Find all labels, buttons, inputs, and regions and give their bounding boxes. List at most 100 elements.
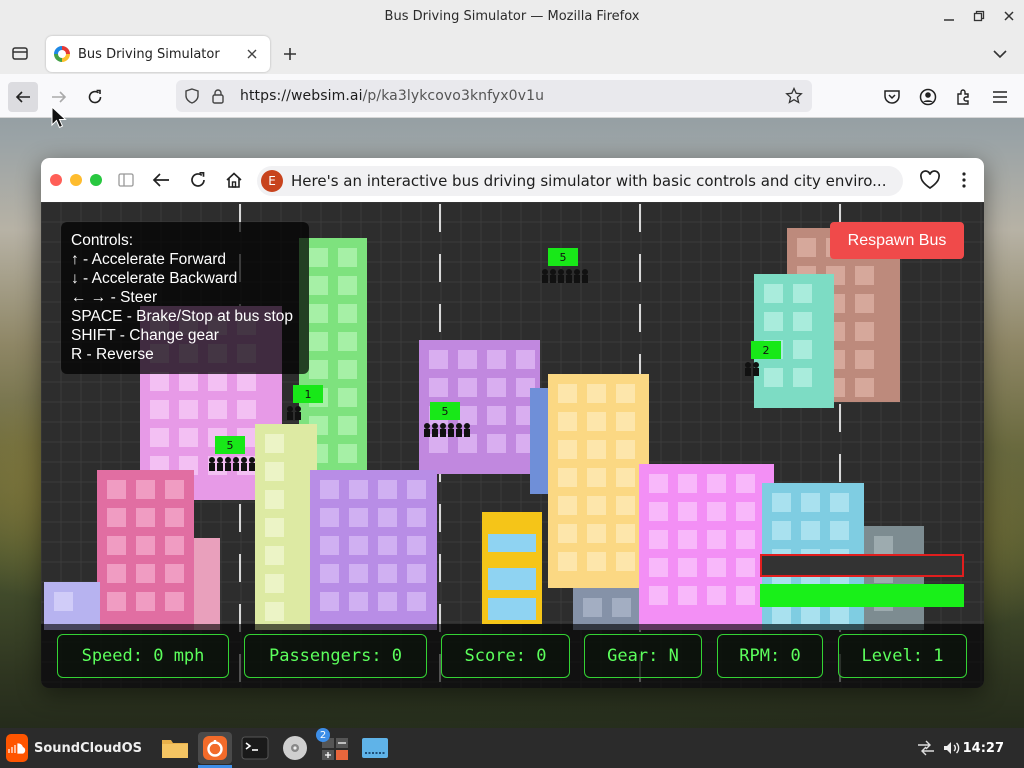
app-menu-button[interactable]: [985, 82, 1015, 112]
speed-stat: Speed: 0 mph: [57, 634, 229, 678]
building-window: [801, 521, 820, 540]
building-window: [150, 372, 169, 391]
tab-list-icon: [12, 47, 28, 60]
building-window: [378, 564, 397, 583]
firefox-icon: [203, 736, 227, 760]
window-titlebar: Bus Driving Simulator — Mozilla Firefox: [0, 0, 1024, 32]
building-window: [107, 480, 126, 499]
lane-marking: [839, 454, 841, 482]
terminal-icon: [241, 736, 269, 760]
start-label: SoundCloudOS: [33, 740, 142, 756]
tab-bus-driving-simulator[interactable]: Bus Driving Simulator: [46, 36, 270, 72]
close-dot-button[interactable]: [50, 174, 62, 186]
building-window: [707, 530, 726, 549]
game-canvas[interactable]: 5 2 1 5 5 Controls: ↑ - Accelerate Forward ↓…: [41, 202, 984, 688]
heart-icon: [920, 170, 940, 189]
building-window: [587, 552, 606, 571]
building-window: [707, 474, 726, 493]
websim-home-button[interactable]: [222, 168, 246, 192]
building-window: [587, 496, 606, 515]
building-window: [179, 400, 198, 419]
building-window: [136, 592, 155, 611]
building-window: [165, 592, 184, 611]
building-window: [764, 368, 783, 387]
more-options-button[interactable]: [952, 168, 976, 192]
controls-line: ↑ - Accelerate Forward: [71, 251, 227, 268]
reload-button[interactable]: [80, 82, 110, 112]
media-app[interactable]: [278, 732, 312, 764]
passenger-icon: [241, 457, 247, 463]
pocket-button[interactable]: [877, 82, 907, 112]
keyboard-app[interactable]: [358, 732, 392, 764]
building-window: [587, 384, 606, 403]
building-window: [309, 304, 328, 323]
shield-icon: [185, 88, 199, 104]
taskbar: SoundCloudOS 2 14:27: [0, 728, 1024, 768]
building-window: [793, 368, 812, 387]
building-window: [772, 605, 791, 624]
url-host: https://websim.ai: [240, 88, 363, 104]
mouse-cursor-icon: [51, 106, 67, 129]
passenger-icon: [745, 362, 751, 368]
back-button[interactable]: [8, 82, 38, 112]
building-window: [165, 480, 184, 499]
stop-progress-bar: [760, 554, 964, 577]
building-window: [338, 444, 357, 463]
building-window: [487, 434, 506, 453]
arrow-left-icon: [152, 173, 169, 187]
bookmark-button[interactable]: [782, 84, 806, 108]
lane-marking: [439, 304, 441, 332]
close-tab-button[interactable]: [242, 44, 262, 64]
websim-back-button[interactable]: [149, 168, 173, 192]
passenger-icon: [558, 269, 564, 275]
tab-title: Bus Driving Simulator: [78, 46, 220, 62]
site-security-icon[interactable]: [206, 80, 230, 112]
notification-badge: 2: [316, 728, 330, 742]
websim-reload-button[interactable]: [186, 168, 210, 192]
sidebar-toggle-button[interactable]: [114, 168, 138, 192]
avatar[interactable]: E: [261, 170, 283, 192]
passenger-icon: [448, 423, 454, 429]
address-bar[interactable]: https://websim.ai/p/ka3lykcovo3knfyx0v1u: [176, 80, 812, 112]
list-all-tabs-button[interactable]: [988, 42, 1012, 66]
volume-icon[interactable]: [940, 728, 964, 768]
passenger-icon: [233, 457, 239, 463]
building-window: [338, 416, 357, 435]
maximize-dot-button[interactable]: [90, 174, 102, 186]
network-status-icon[interactable]: [914, 728, 938, 768]
tracking-protection-icon[interactable]: [180, 80, 204, 112]
building-window: [678, 558, 697, 577]
pocket-icon: [884, 90, 900, 104]
firefox-app[interactable]: [198, 732, 232, 768]
maximize-button[interactable]: [964, 0, 994, 32]
building-window: [707, 558, 726, 577]
building-window: [616, 468, 635, 487]
disc-icon: [283, 736, 307, 760]
building-window: [801, 493, 820, 512]
passenger-icon: [550, 269, 556, 275]
building-window: [378, 480, 397, 499]
passenger-icon: [249, 457, 255, 463]
firefox-view-button[interactable]: [8, 41, 32, 65]
minimize-button[interactable]: [934, 0, 964, 32]
building-window: [208, 400, 227, 419]
start-menu-button[interactable]: SoundCloudOS: [0, 728, 142, 768]
websim-prompt-bar[interactable]: E Here's an interactive bus driving simu…: [257, 166, 903, 196]
account-button[interactable]: [913, 82, 943, 112]
passenger-icon: [287, 406, 293, 412]
building-window: [558, 384, 577, 403]
close-window-button[interactable]: [994, 0, 1024, 32]
calculator-app[interactable]: 2: [316, 728, 352, 764]
terminal-app[interactable]: [238, 732, 272, 764]
extensions-button[interactable]: [949, 82, 979, 112]
new-tab-button[interactable]: [278, 42, 302, 66]
building-window: [458, 378, 477, 397]
building-window: [265, 518, 284, 537]
building-window: [649, 474, 668, 493]
minimize-dot-button[interactable]: [70, 174, 82, 186]
favorite-button[interactable]: [918, 168, 942, 192]
respawn-bus-button[interactable]: Respawn Bus: [830, 222, 964, 259]
building-window: [649, 502, 668, 521]
restore-icon: [973, 10, 985, 22]
files-app[interactable]: [158, 732, 192, 764]
